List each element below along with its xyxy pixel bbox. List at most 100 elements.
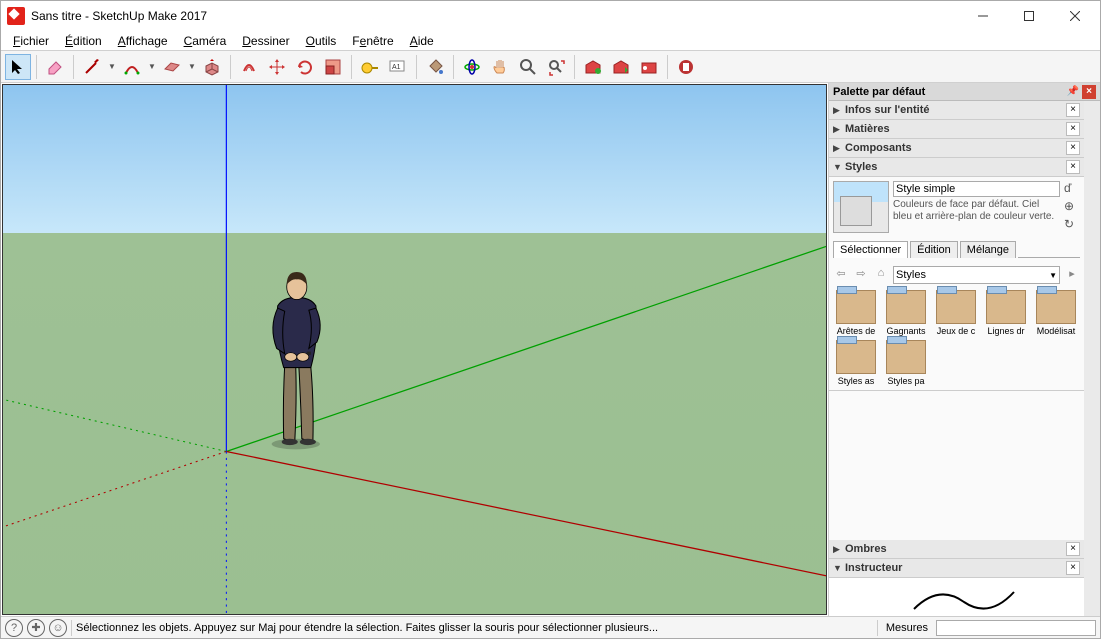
- folder-icon: [936, 290, 976, 324]
- help-icon[interactable]: ?: [5, 619, 23, 637]
- pan-tool[interactable]: [487, 54, 513, 80]
- menu-fenêtre[interactable]: Fenêtre: [344, 33, 401, 49]
- folder-label: Modélisat: [1033, 326, 1079, 336]
- arc-tool[interactable]: [119, 54, 145, 80]
- styles-collection-select[interactable]: Styles ▼: [893, 266, 1060, 284]
- panel-instructor-close[interactable]: ×: [1066, 561, 1080, 575]
- minimize-button[interactable]: [960, 1, 1006, 31]
- panel-instructor-header[interactable]: ▼ Instructeur ×: [829, 559, 1084, 578]
- warehouse-send-tool[interactable]: [608, 54, 634, 80]
- folder-icon: [836, 290, 876, 324]
- panel-styles-body: Couleurs de face par défaut. Ciel bleu e…: [829, 177, 1084, 391]
- viewport-3d[interactable]: [2, 84, 827, 615]
- geo-icon[interactable]: ✚: [27, 619, 45, 637]
- arc-tool-dropdown[interactable]: ▼: [147, 62, 157, 71]
- layout-tool[interactable]: [673, 54, 699, 80]
- nav-back-icon[interactable]: ⇦: [833, 267, 849, 283]
- panel-shadows-close[interactable]: ×: [1066, 542, 1080, 556]
- panel-shadows-label: Ombres: [845, 543, 1066, 555]
- status-hint: Sélectionnez les objets. Appuyez sur Maj…: [76, 622, 873, 634]
- style-folder[interactable]: Styles pa: [883, 340, 929, 386]
- style-folder[interactable]: Jeux de c: [933, 290, 979, 336]
- panel-styles-header[interactable]: ▼ Styles ×: [829, 158, 1084, 177]
- tray-title: Palette par défaut: [833, 86, 925, 98]
- line-tool-dropdown[interactable]: ▼: [107, 62, 117, 71]
- credits-icon[interactable]: ☺: [49, 619, 67, 637]
- menu-aide[interactable]: Aide: [402, 33, 442, 49]
- line-tool[interactable]: [79, 54, 105, 80]
- folder-icon: [886, 340, 926, 374]
- style-display-icon[interactable]: ď: [1064, 181, 1080, 195]
- tray-scrollbar[interactable]: [1084, 101, 1100, 616]
- panel-materials-header[interactable]: ▶ Matières ×: [829, 120, 1084, 139]
- style-thumbnail[interactable]: [833, 181, 889, 233]
- tray-pin-icon[interactable]: 📌: [1066, 85, 1080, 99]
- scale-tool[interactable]: [320, 54, 346, 80]
- folder-label: Gagnants: [883, 326, 929, 336]
- right-tray: Palette par défaut 📌 × ▶ Infos sur l'ent…: [828, 83, 1100, 616]
- select-tool[interactable]: [5, 54, 31, 80]
- style-description: Couleurs de face par défaut. Ciel bleu e…: [893, 199, 1060, 223]
- chevron-right-icon: ▶: [833, 143, 845, 154]
- paint-bucket-tool[interactable]: [422, 54, 448, 80]
- nav-forward-icon[interactable]: ⇨: [853, 267, 869, 283]
- chevron-down-icon: ▼: [1049, 271, 1057, 280]
- folder-label: Jeux de c: [933, 326, 979, 336]
- panel-shadows-header[interactable]: ▶ Ombres ×: [829, 540, 1084, 559]
- measure-input[interactable]: [936, 620, 1096, 636]
- zoom-tool[interactable]: [515, 54, 541, 80]
- style-tabs: Sélectionner Édition Mélange: [833, 241, 1080, 258]
- style-tab-mix[interactable]: Mélange: [960, 241, 1016, 258]
- text-tool[interactable]: A1: [385, 54, 411, 80]
- style-folder[interactable]: Styles as: [833, 340, 879, 386]
- menu-outils[interactable]: Outils: [298, 33, 345, 49]
- offset-tool[interactable]: [236, 54, 262, 80]
- chevron-down-icon: ▼: [833, 162, 845, 172]
- maximize-button[interactable]: [1006, 1, 1052, 31]
- zoom-extents-tool[interactable]: [543, 54, 569, 80]
- panel-components-close[interactable]: ×: [1066, 141, 1080, 155]
- toolbar: ▼ ▼ ▼ A1: [1, 51, 1100, 83]
- style-name-input[interactable]: [893, 181, 1060, 197]
- panel-materials-close[interactable]: ×: [1066, 122, 1080, 136]
- panel-instructor-body: [829, 578, 1084, 616]
- app-window: Sans titre - SketchUp Make 2017 FichierÉ…: [0, 0, 1101, 639]
- style-folder[interactable]: Gagnants: [883, 290, 929, 336]
- extension-warehouse-tool[interactable]: [636, 54, 662, 80]
- panel-components-header[interactable]: ▶ Composants ×: [829, 139, 1084, 158]
- eraser-tool[interactable]: [42, 54, 68, 80]
- style-folder[interactable]: Arêtes de: [833, 290, 879, 336]
- rectangle-tool[interactable]: [159, 54, 185, 80]
- titlebar: Sans titre - SketchUp Make 2017: [1, 1, 1100, 31]
- warehouse-get-tool[interactable]: [580, 54, 606, 80]
- menu-dessiner[interactable]: Dessiner: [234, 33, 297, 49]
- style-update-icon[interactable]: ↻: [1064, 217, 1080, 231]
- panel-instructor-label: Instructeur: [845, 562, 1066, 574]
- style-folder[interactable]: Modélisat: [1033, 290, 1079, 336]
- panel-styles-close[interactable]: ×: [1066, 160, 1080, 174]
- rotate-tool[interactable]: [292, 54, 318, 80]
- style-create-icon[interactable]: ⊕: [1064, 199, 1080, 213]
- menu-fichier[interactable]: Fichier: [5, 33, 57, 49]
- menu-affichage[interactable]: Affichage: [110, 33, 176, 49]
- style-tab-select[interactable]: Sélectionner: [833, 241, 908, 258]
- window-close-button[interactable]: [1052, 1, 1098, 31]
- panel-entity-close[interactable]: ×: [1066, 103, 1080, 117]
- move-tool[interactable]: [264, 54, 290, 80]
- nav-home-icon[interactable]: ⌂: [873, 267, 889, 283]
- rectangle-tool-dropdown[interactable]: ▼: [187, 62, 197, 71]
- style-folder[interactable]: Lignes dr: [983, 290, 1029, 336]
- menu-caméra[interactable]: Caméra: [176, 33, 235, 49]
- panel-entity-label: Infos sur l'entité: [845, 104, 1066, 116]
- folder-label: Lignes dr: [983, 326, 1029, 336]
- svg-text:A1: A1: [392, 64, 401, 71]
- panel-entity-header[interactable]: ▶ Infos sur l'entité ×: [829, 101, 1084, 120]
- pushpull-tool[interactable]: [199, 54, 225, 80]
- tape-measure-tool[interactable]: [357, 54, 383, 80]
- tray-close-button[interactable]: ×: [1082, 85, 1096, 99]
- style-tab-edit[interactable]: Édition: [910, 241, 958, 258]
- orbit-tool[interactable]: [459, 54, 485, 80]
- details-toggle-icon[interactable]: ▸: [1064, 267, 1080, 283]
- folder-icon: [1036, 290, 1076, 324]
- menu-édition[interactable]: Édition: [57, 33, 110, 49]
